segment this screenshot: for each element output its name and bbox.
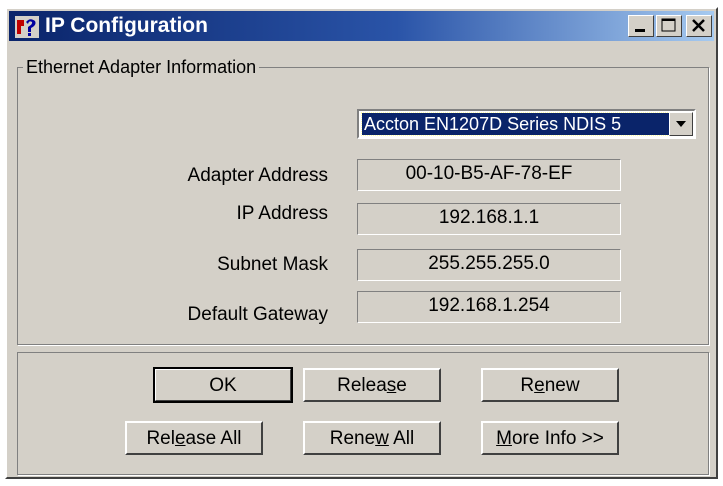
release-all-label-post: ase All [185,428,242,449]
renew-label-pre: R [520,375,535,396]
ok-button[interactable]: OK [153,367,293,403]
release-label-post: e [396,375,407,396]
adapter-address-value: 00-10-B5-AF-78-EF [357,159,621,191]
default-gateway-value: 192.168.1.254 [357,291,621,323]
subnet-mask-label: Subnet Mask [217,254,328,275]
release-all-label-pre: Rel [146,428,175,449]
minimize-icon [635,29,645,32]
release-all-label-accel: e [174,428,186,449]
ok-label: OK [209,375,237,396]
renew-button[interactable]: Renew [481,368,619,402]
renew-label-accel: e [534,375,545,396]
default-gateway-label: Default Gateway [187,304,328,325]
adapter-dropdown[interactable]: Accton EN1207D Series NDIS 5 [357,109,696,139]
dropdown-arrow-button[interactable] [669,112,693,136]
close-icon [692,19,705,32]
ip-address-value: 192.168.1.1 [357,203,621,235]
renew-all-label-pre: Rene [329,428,376,449]
ip-configuration-window: IP Configuration Ethernet Adapter Inform… [5,7,718,479]
chevron-down-icon [676,121,686,127]
title-bar[interactable]: IP Configuration [9,11,714,41]
release-button[interactable]: Release [303,368,441,402]
maximize-button[interactable] [656,15,682,37]
maximize-icon [661,18,676,32]
group-legend: Ethernet Adapter Information [23,56,260,78]
more-info-label-post: ore Info >> [511,428,604,449]
ip-address-label: IP Address [236,203,328,224]
minimize-button[interactable] [628,15,654,37]
release-all-button[interactable]: Release All [125,421,263,455]
renew-all-label-accel: w [375,428,389,449]
release-label-pre: Relea [337,375,387,396]
renew-all-label-post: All [388,428,415,449]
network-config-icon [15,16,39,38]
renew-all-button[interactable]: Renew All [303,421,441,455]
subnet-mask-value: 255.255.255.0 [357,249,621,281]
release-label-accel: s [386,375,397,396]
window-title: IP Configuration [45,14,208,37]
adapter-address-label: Adapter Address [187,165,328,186]
more-info-button[interactable]: More Info >> [481,421,619,455]
close-button[interactable] [686,15,712,37]
renew-label-post: new [544,375,580,396]
adapter-selected-value: Accton EN1207D Series NDIS 5 [361,112,670,136]
more-info-label-accel: M [496,428,512,449]
